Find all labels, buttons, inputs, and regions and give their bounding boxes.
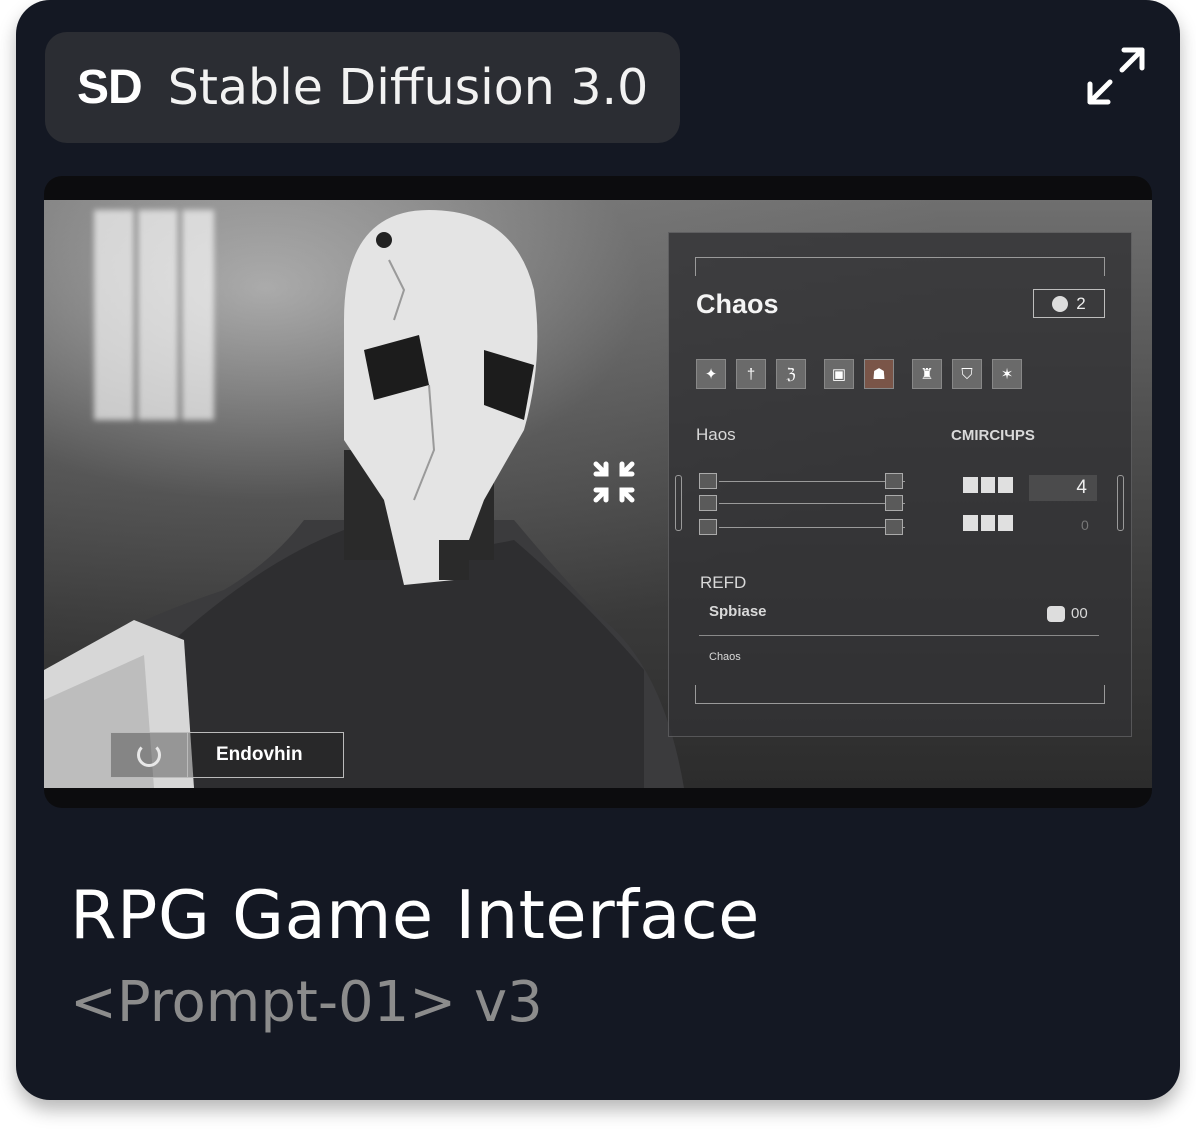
chat-icon bbox=[1047, 606, 1065, 622]
character-nameplate[interactable]: Endovhin bbox=[110, 732, 344, 778]
skill-slot[interactable]: ℨ bbox=[776, 359, 806, 389]
stat-icon bbox=[699, 519, 717, 535]
card-subtitle: <Prompt-01> v3 bbox=[70, 970, 543, 1035]
prompt-card[interactable]: SD Stable Diffusion 3.0 Chaos 2 ✦ † ℨ ▣ … bbox=[16, 0, 1180, 1100]
hud-badge-count: 2 bbox=[1076, 293, 1086, 313]
generated-image-preview[interactable]: Chaos 2 ✦ † ℨ ▣ ☗ ♜ ⛉ ✶ Haos CMIRCIЧPS 4… bbox=[44, 176, 1152, 808]
item-count: 00 bbox=[1071, 605, 1088, 622]
footer-label: Chaos bbox=[709, 651, 741, 663]
hud-divider bbox=[699, 635, 1099, 636]
stat-icon bbox=[885, 473, 903, 489]
stat-icon bbox=[885, 519, 903, 535]
character-name: Endovhin bbox=[216, 744, 303, 765]
counters-label: CMIRCIЧPS bbox=[951, 427, 1035, 444]
stat-bar bbox=[719, 481, 905, 482]
sd-logo: SD bbox=[77, 61, 143, 114]
hud-count-badge: 2 bbox=[1033, 289, 1105, 318]
hud-panel: Chaos 2 ✦ † ℨ ▣ ☗ ♜ ⛉ ✶ Haos CMIRCIЧPS 4… bbox=[668, 232, 1132, 737]
hud-frame-top bbox=[695, 257, 1105, 276]
counter-blocks bbox=[963, 477, 1014, 493]
skill-slot[interactable]: ✶ bbox=[992, 359, 1022, 389]
card-title: RPG Game Interface bbox=[70, 876, 760, 954]
scroll-indicator-right[interactable] bbox=[1117, 475, 1124, 531]
skull-icon bbox=[1052, 295, 1069, 312]
skill-slot[interactable]: ☗ bbox=[864, 359, 894, 389]
hud-title: Chaos bbox=[696, 289, 779, 319]
scroll-indicator-left[interactable] bbox=[675, 475, 682, 531]
model-badge: SD Stable Diffusion 3.0 bbox=[45, 32, 680, 143]
skill-slot[interactable]: † bbox=[736, 359, 766, 389]
counter-blocks bbox=[963, 515, 1014, 531]
collapse-icon[interactable] bbox=[592, 460, 636, 504]
section-label: REFD bbox=[700, 573, 747, 592]
stat-bar bbox=[719, 503, 905, 504]
hud-frame-bottom bbox=[695, 685, 1105, 704]
counter-value-2: 0 bbox=[1081, 517, 1089, 533]
counter-value[interactable]: 4 bbox=[1029, 475, 1097, 501]
stat-icon bbox=[699, 473, 717, 489]
skill-slot[interactable]: ✦ bbox=[696, 359, 726, 389]
skill-slot[interactable]: ⛉ bbox=[952, 359, 982, 389]
expand-icon bbox=[1087, 47, 1145, 105]
item-name: Spbiase bbox=[709, 603, 767, 620]
stat-icon bbox=[885, 495, 903, 511]
stat-bar bbox=[719, 527, 905, 528]
stat-icon bbox=[699, 495, 717, 511]
skill-bar: ✦ † ℨ ▣ ☗ ♜ ⛉ ✶ bbox=[696, 359, 1022, 389]
skill-slot[interactable]: ♜ bbox=[912, 359, 942, 389]
refresh-icon[interactable] bbox=[111, 733, 188, 777]
stats-label: Haos bbox=[696, 425, 736, 444]
expand-button[interactable] bbox=[1084, 44, 1150, 110]
skill-slot[interactable]: ▣ bbox=[824, 359, 854, 389]
model-name: Stable Diffusion 3.0 bbox=[167, 59, 649, 116]
